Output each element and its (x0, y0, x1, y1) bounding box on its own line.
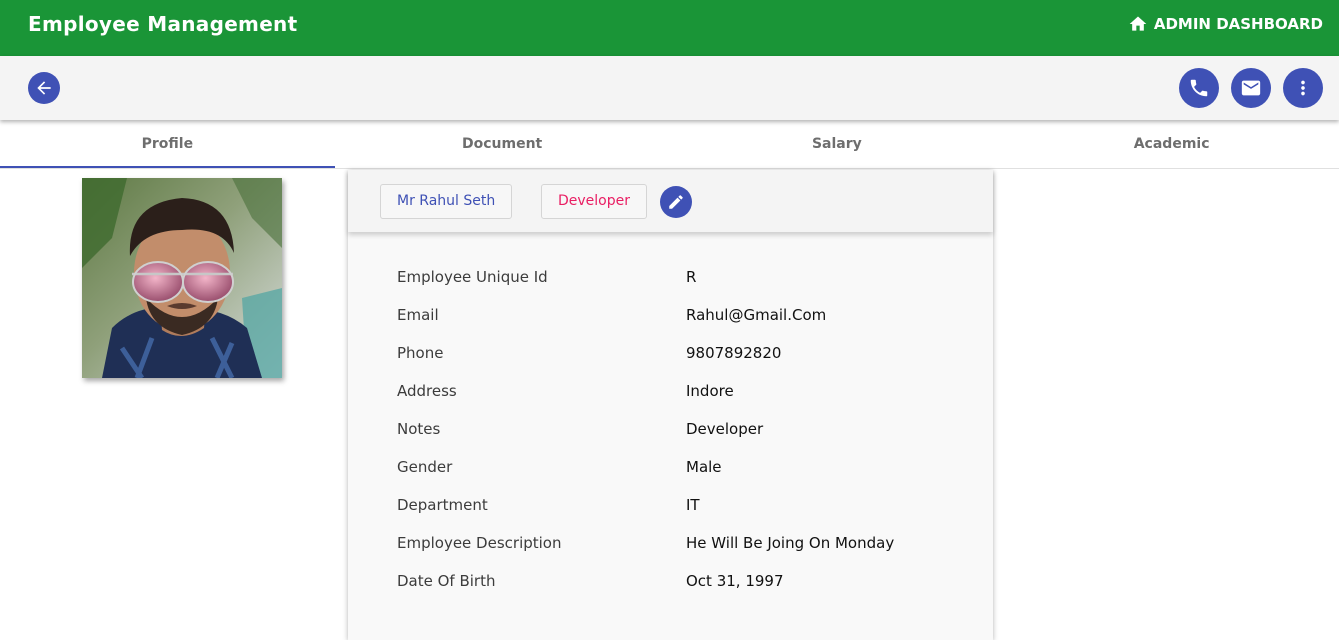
admin-dashboard-label: ADMIN DASHBOARD (1153, 15, 1323, 33)
more-options-button[interactable] (1283, 68, 1323, 108)
field-value: Rahul@Gmail.Com (686, 306, 827, 324)
field-label: Notes (397, 420, 441, 438)
field-row: Notes Developer (397, 420, 894, 458)
tab-profile[interactable]: Profile (0, 122, 335, 168)
field-label: Department (397, 496, 488, 514)
employee-role-chip: Developer (541, 184, 648, 219)
field-row: Employee Description He Will Be Joing On… (397, 534, 894, 572)
field-label: Employee Unique Id (397, 268, 548, 286)
profile-card-header: Mr Rahul Seth Developer (348, 170, 993, 232)
call-button[interactable] (1179, 68, 1219, 108)
top-app-bar: Employee Management ADMIN DASHBOARD (0, 0, 1339, 56)
field-value: Indore (686, 382, 734, 400)
more-vert-icon (1301, 80, 1305, 96)
field-value: Oct 31, 1997 (686, 572, 784, 590)
tab-salary[interactable]: Salary (670, 122, 1005, 168)
field-label: Phone (397, 344, 444, 362)
phone-icon (1190, 79, 1208, 97)
field-value: R (686, 268, 697, 286)
field-row: Email Rahul@Gmail.Com (397, 306, 894, 344)
field-row: Date Of Birth Oct 31, 1997 (397, 572, 894, 610)
profile-details-card: Mr Rahul Seth Developer Employee Unique … (348, 170, 993, 640)
field-row: Phone 9807892820 (397, 344, 894, 382)
edit-profile-button[interactable] (660, 186, 692, 218)
field-value: Male (686, 458, 722, 476)
profile-fields: Employee Unique Id R Email Rahul@Gmail.C… (397, 268, 894, 610)
arrow-left-icon (37, 81, 51, 95)
field-row: Employee Unique Id R (397, 268, 894, 306)
field-row: Gender Male (397, 458, 894, 496)
field-label: Email (397, 306, 439, 324)
employee-photo (82, 178, 282, 378)
action-toolbar (0, 56, 1339, 120)
pencil-icon (669, 195, 683, 209)
home-icon (1129, 16, 1147, 31)
app-title: Employee Management (28, 12, 298, 36)
admin-dashboard-link[interactable]: ADMIN DASHBOARD (1128, 14, 1323, 34)
field-value: IT (686, 496, 700, 514)
field-label: Gender (397, 458, 453, 476)
field-row: Address Indore (397, 382, 894, 420)
mail-icon (1241, 80, 1261, 96)
tab-academic[interactable]: Academic (1004, 122, 1339, 168)
profile-tabs: Profile Document Salary Academic (0, 122, 1339, 169)
back-button[interactable] (28, 72, 60, 104)
employee-name-chip: Mr Rahul Seth (380, 184, 513, 219)
field-row: Department IT (397, 496, 894, 534)
field-value: Developer (686, 420, 764, 438)
tab-document[interactable]: Document (335, 122, 670, 168)
field-label: Address (397, 382, 457, 400)
field-value: He Will Be Joing On Monday (686, 534, 895, 552)
email-button[interactable] (1231, 68, 1271, 108)
field-value: 9807892820 (686, 344, 782, 362)
field-label: Employee Description (397, 534, 562, 552)
field-label: Date Of Birth (397, 572, 496, 590)
